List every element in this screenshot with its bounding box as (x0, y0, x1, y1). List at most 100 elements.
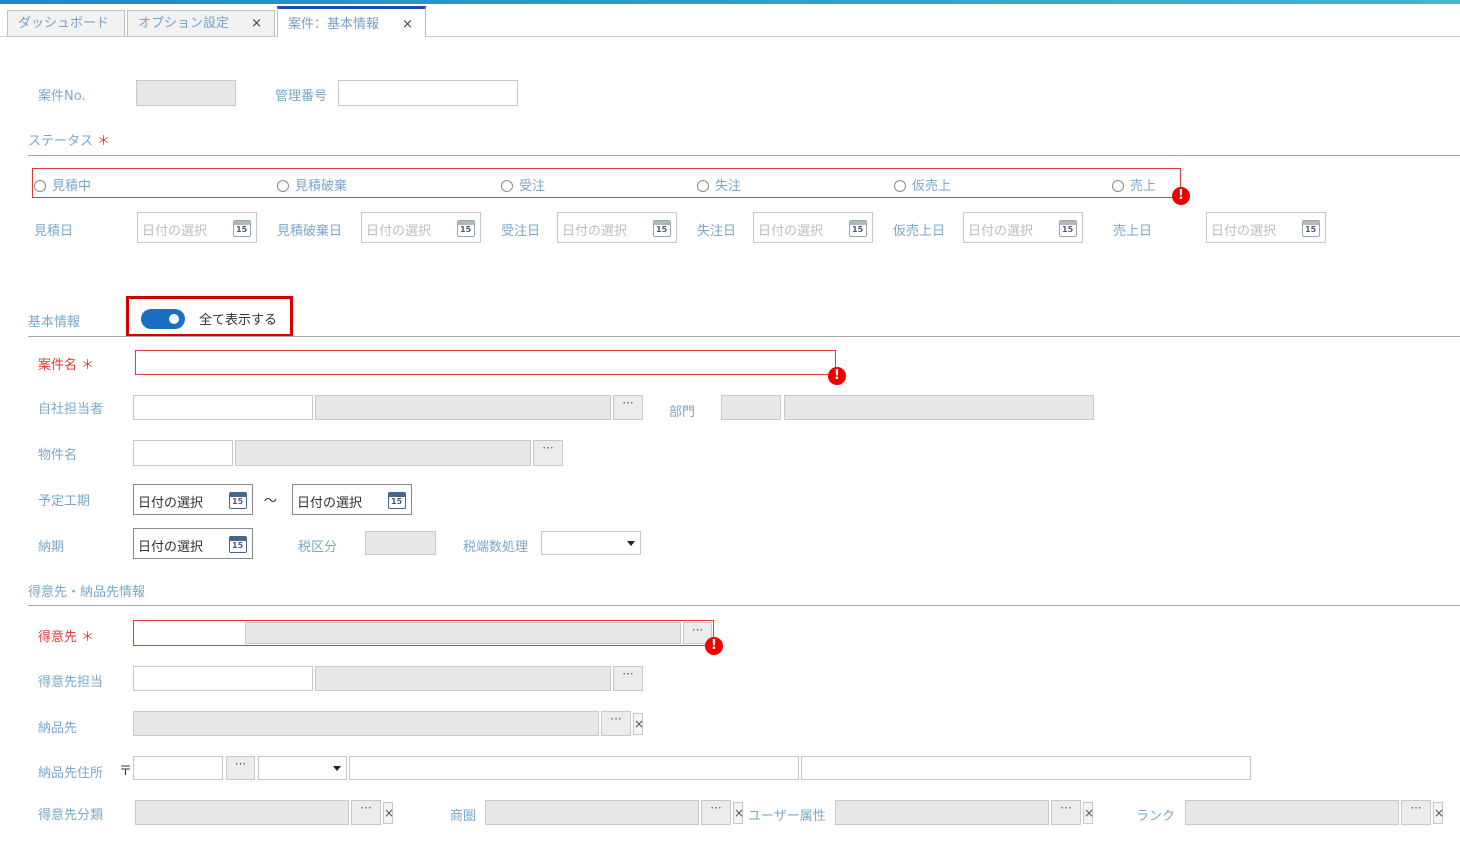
calendar-icon[interactable]: 15 (229, 492, 247, 509)
dept-name-field (784, 395, 1094, 420)
mgmt-no-input[interactable] (338, 80, 518, 106)
address-line1-input[interactable] (349, 756, 799, 780)
customer-staff-lookup-button[interactable]: ··· (613, 666, 643, 691)
customer-staff-name-field (315, 666, 611, 691)
postal-lookup-button[interactable]: ··· (226, 756, 255, 780)
customer-code-input[interactable] (135, 622, 243, 644)
calendar-icon[interactable]: 15 (1302, 220, 1320, 237)
status-radio-provisional-sale[interactable]: 仮売上 (894, 175, 951, 194)
case-no-label: 案件No. (38, 89, 86, 104)
property-label: 物件名 (38, 448, 78, 463)
sale-date-picker[interactable]: 日付の選択 15 (1206, 212, 1326, 243)
error-icon: ! (705, 637, 723, 655)
radio-circle[interactable] (34, 180, 46, 192)
rank-clear-icon[interactable]: × (1433, 802, 1444, 824)
tab-label: オプション設定 (138, 16, 230, 31)
dept-label: 部門 (669, 405, 696, 420)
status-radio-lost[interactable]: 失注 (697, 175, 741, 194)
calendar-icon[interactable]: 15 (653, 220, 671, 237)
status-radio-sold[interactable]: 売上 (1112, 175, 1156, 194)
tab-case-basic-info[interactable]: 案件：基本情報 × (277, 6, 426, 37)
order-date-label: 受注日 (501, 224, 541, 239)
discard-date-picker[interactable]: 日付の選択 15 (361, 212, 481, 243)
rounding-label: 税端数処理 (463, 540, 529, 555)
staff-code-input[interactable] (133, 395, 313, 420)
user-attr-lookup-button[interactable]: ··· (1051, 800, 1081, 825)
radio-circle[interactable] (1112, 180, 1124, 192)
show-all-label: 全て表示する (199, 313, 278, 328)
tab-option-settings[interactable]: オプション設定 × (127, 10, 275, 36)
order-date-picker[interactable]: 日付の選択 15 (557, 212, 677, 243)
area-clear-icon[interactable]: × (733, 802, 744, 824)
delivery-name-field (133, 711, 599, 736)
error-icon: ! (828, 367, 846, 385)
postal-code-input[interactable] (133, 756, 223, 780)
period-label: 予定工期 (38, 494, 91, 509)
period-to-picker[interactable]: 日付の選択 15 (292, 484, 412, 515)
calendar-icon[interactable]: 15 (849, 220, 867, 237)
customer-section-title: 得意先・納品先情報 (28, 585, 146, 600)
estimate-date-picker[interactable]: 日付の選択 15 (137, 212, 257, 243)
staff-lookup-button[interactable]: ··· (613, 395, 643, 420)
customer-label: 得意先＊ (38, 630, 95, 645)
calendar-icon[interactable]: 15 (229, 536, 247, 553)
property-name-field (235, 440, 531, 466)
customer-staff-code-input[interactable] (133, 666, 313, 691)
case-name-label: 案件名＊ (38, 358, 95, 373)
error-icon: ! (1172, 187, 1190, 205)
tax-label: 税区分 (298, 540, 338, 555)
prefecture-select[interactable] (258, 756, 347, 780)
status-radio-estimating[interactable]: 見積中 (34, 175, 91, 194)
status-radio-estimate-discarded[interactable]: 見積破棄 (277, 175, 347, 194)
status-section-title: ステータス＊ (28, 134, 111, 149)
rank-label: ランク (1136, 809, 1176, 824)
tab-dashboard[interactable]: ダッシュボード (7, 10, 125, 36)
user-attr-field (835, 800, 1049, 825)
rank-field (1185, 800, 1399, 825)
radio-circle[interactable] (697, 180, 709, 192)
show-all-toggle[interactable] (141, 309, 185, 329)
customer-name-field (245, 622, 681, 644)
deadline-picker[interactable]: 日付の選択 15 (133, 528, 253, 559)
customer-staff-label: 得意先担当 (38, 675, 104, 690)
rank-lookup-button[interactable]: ··· (1401, 800, 1431, 825)
estimate-date-label: 見積日 (34, 224, 74, 239)
period-from-picker[interactable]: 日付の選択 15 (133, 484, 253, 515)
radio-circle[interactable] (277, 180, 289, 192)
property-code-input[interactable] (133, 440, 233, 466)
case-name-input[interactable] (135, 350, 836, 375)
calendar-icon[interactable]: 15 (233, 220, 251, 237)
tab-bar: ダッシュボード オプション設定 × 案件：基本情報 × (0, 4, 1460, 37)
customer-category-lookup-button[interactable]: ··· (351, 800, 381, 825)
area-field (485, 800, 699, 825)
address-label: 納品先住所 (38, 766, 104, 781)
radio-circle[interactable] (501, 180, 513, 192)
customer-category-field (135, 800, 349, 825)
calendar-icon[interactable]: 15 (457, 220, 475, 237)
status-radio-group (32, 168, 1181, 198)
show-all-toggle-highlight: 全て表示する (126, 296, 293, 337)
close-icon[interactable]: × (402, 9, 413, 41)
period-separator: ～ (264, 494, 278, 509)
tab-label: ダッシュボード (18, 16, 110, 31)
dept-code-field (721, 395, 781, 420)
delivery-lookup-button[interactable]: ··· (601, 711, 631, 736)
area-lookup-button[interactable]: ··· (701, 800, 731, 825)
rounding-select[interactable] (541, 531, 641, 555)
lost-date-picker[interactable]: 日付の選択 15 (753, 212, 873, 243)
address-line2-input[interactable] (801, 756, 1251, 780)
tax-field (365, 531, 436, 555)
calendar-icon[interactable]: 15 (1059, 220, 1077, 237)
tab-label: 案件：基本情報 (288, 17, 380, 32)
delivery-clear-icon[interactable]: × (633, 713, 644, 735)
user-attr-clear-icon[interactable]: × (1083, 802, 1094, 824)
status-radio-ordered[interactable]: 受注 (501, 175, 545, 194)
calendar-icon[interactable]: 15 (388, 492, 406, 509)
provisional-sale-date-picker[interactable]: 日付の選択 15 (963, 212, 1083, 243)
property-lookup-button[interactable]: ··· (533, 440, 563, 466)
divider (28, 336, 1460, 337)
radio-circle[interactable] (894, 180, 906, 192)
close-icon[interactable]: × (251, 11, 262, 37)
required-mark: ＊ (97, 134, 111, 149)
customer-category-clear-icon[interactable]: × (383, 802, 394, 824)
